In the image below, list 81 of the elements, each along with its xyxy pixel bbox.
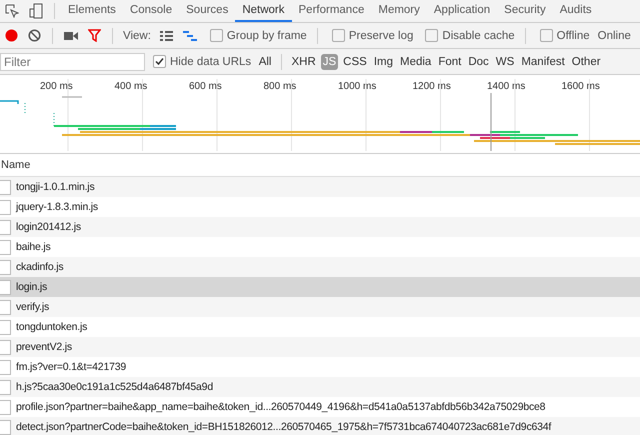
panel-tab[interactable]: Memory: [371, 0, 427, 22]
request-name: verify.js: [16, 301, 50, 313]
panel-tab[interactable]: Console: [122, 0, 180, 22]
type-filter-button[interactable]: All: [256, 54, 274, 70]
type-filter-button[interactable]: Font: [436, 54, 464, 70]
time-tick-label: 1000 ms: [338, 81, 376, 92]
request-row[interactable]: preventV2.js: [0, 337, 640, 357]
checkbox-label: Group by frame: [226, 30, 307, 42]
throttle-dropdown[interactable]: Online: [598, 30, 631, 42]
request-name: ckadinfo.js: [16, 261, 64, 273]
file-icon: [0, 320, 11, 334]
time-tick-label: 1600 ms: [562, 81, 600, 92]
time-tick-label: 600 ms: [189, 81, 222, 92]
checkbox[interactable]: [210, 29, 223, 42]
request-name: jquery-1.8.3.min.js: [16, 201, 98, 213]
request-name: profile.json?partner=baihe&app_name=baihe&token_id...260570449_4196&h=d541a0a5137abfdb56b342a75029bce8: [16, 401, 546, 413]
request-name: h.js?5caa30e0c191a1c525d4a6487bf45a9d: [16, 381, 213, 393]
request-name: login201412.js: [16, 221, 81, 233]
file-icon: [0, 280, 11, 294]
file-icon: [0, 380, 11, 394]
request-name: baihe.js: [16, 241, 51, 253]
list-view-icon[interactable]: [160, 30, 173, 40]
record-icon[interactable]: [5, 29, 18, 42]
time-tick-label: 800 ms: [264, 81, 296, 92]
checkbox[interactable]: [153, 55, 166, 68]
request-name: detect.json?partnerCode=baihe&token_id=BH151826012...260570465_1975&h=7f5731bca674040723ac681e7d9c634f: [16, 421, 552, 433]
request-name: tongji-1.0.1.min.js: [16, 181, 94, 193]
view-label: View:: [123, 30, 151, 42]
request-row[interactable]: login201412.js: [0, 217, 640, 237]
request-row[interactable]: h.js?5caa30e0c191a1c525d4a6487bf45a9d: [0, 377, 640, 397]
type-filter-button[interactable]: Img: [372, 54, 395, 70]
checkbox-label: Preserve log: [348, 30, 414, 42]
checkbox-label: Disable cache: [442, 30, 515, 42]
type-filter-button[interactable]: Manifest: [519, 54, 567, 70]
panel-tab[interactable]: Application: [426, 0, 498, 22]
time-tick-label: 1200 ms: [412, 81, 451, 92]
type-filter-button[interactable]: CSS: [341, 54, 369, 70]
file-icon: [0, 240, 11, 254]
inspect-icon[interactable]: [5, 4, 19, 18]
request-row[interactable]: tongji-1.0.1.min.js: [0, 177, 640, 197]
checkbox[interactable]: [540, 29, 553, 42]
panel-tab[interactable]: Elements: [61, 0, 123, 22]
checkbox[interactable]: [425, 29, 438, 42]
request-row[interactable]: login.js: [0, 277, 640, 297]
type-filter-button[interactable]: Doc: [466, 54, 491, 70]
file-icon: [0, 360, 11, 374]
filter-field[interactable]: Filter: [0, 52, 145, 70]
file-icon: [0, 180, 11, 194]
file-icon: [0, 300, 11, 314]
camera-icon[interactable]: [64, 30, 78, 40]
request-row[interactable]: ckadinfo.js: [0, 257, 640, 277]
request-name: preventV2.js: [16, 341, 72, 353]
checkbox-label: Hide data URLs: [170, 56, 252, 68]
time-tick-label: 400 ms: [114, 81, 148, 92]
file-icon: [0, 200, 11, 214]
file-icon: [0, 220, 11, 234]
file-icon: [0, 340, 11, 354]
clear-icon[interactable]: [28, 29, 41, 42]
request-row[interactable]: detect.json?partnerCode=baihe&token_id=BH151826012...260570465_1975&h=7f5731bca674040723ac681e7d9c634f: [0, 417, 640, 435]
file-icon: [0, 420, 11, 434]
device-icon[interactable]: [29, 3, 43, 19]
filter-icon[interactable]: [88, 29, 101, 42]
checkbox-label: Offline: [556, 30, 590, 42]
type-filter-button[interactable]: Other: [570, 54, 603, 70]
checkbox[interactable]: [332, 29, 345, 42]
request-name: login.js: [16, 281, 48, 293]
time-tick-label: 1400 ms: [487, 81, 526, 92]
panel-tab[interactable]: Performance: [292, 0, 372, 22]
panel-tab[interactable]: Audits: [552, 0, 599, 22]
type-filter-button[interactable]: Media: [398, 54, 434, 70]
request-row[interactable]: verify.js: [0, 297, 640, 317]
waterfall-view-icon[interactable]: [182, 30, 197, 40]
panel-tab[interactable]: Security: [497, 0, 553, 22]
request-name: tongduntoken.js: [16, 321, 88, 333]
type-filter-button[interactable]: XHR: [289, 54, 318, 70]
panel-tab[interactable]: Sources: [179, 0, 236, 22]
type-filter-button[interactable]: WS: [494, 54, 516, 70]
time-tick-label: 200 ms: [40, 81, 73, 92]
request-name: fm.js?ver=0.1&t=421739: [16, 361, 126, 373]
file-icon: [0, 260, 11, 274]
file-icon: [0, 400, 11, 414]
